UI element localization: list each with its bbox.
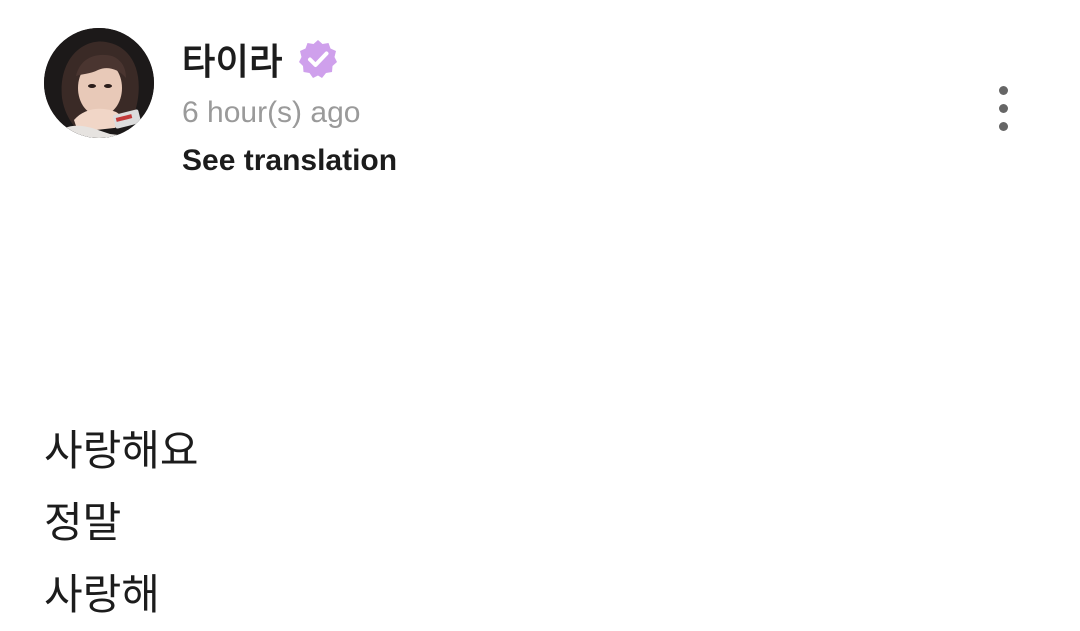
see-translation-link[interactable]: See translation (182, 144, 397, 178)
name-row: 타이라 (182, 34, 397, 84)
author-name[interactable]: 타이라 (182, 33, 283, 85)
post-header: 타이라 6 hour(s) ago See translation (44, 28, 1036, 198)
author-avatar[interactable] (44, 28, 154, 138)
author-block: 타이라 6 hour(s) ago See translation (182, 34, 397, 178)
verified-badge-icon (297, 38, 339, 80)
post-timestamp: 6 hour(s) ago (182, 96, 361, 129)
post-text-line: 정말 (44, 498, 122, 547)
more-options-button[interactable] (988, 86, 1018, 136)
post-text-line: 사랑해요 (44, 426, 199, 475)
post-body: 사랑해요 정말 사랑해 (44, 415, 1024, 631)
post-text-line: 사랑해 (44, 570, 160, 619)
